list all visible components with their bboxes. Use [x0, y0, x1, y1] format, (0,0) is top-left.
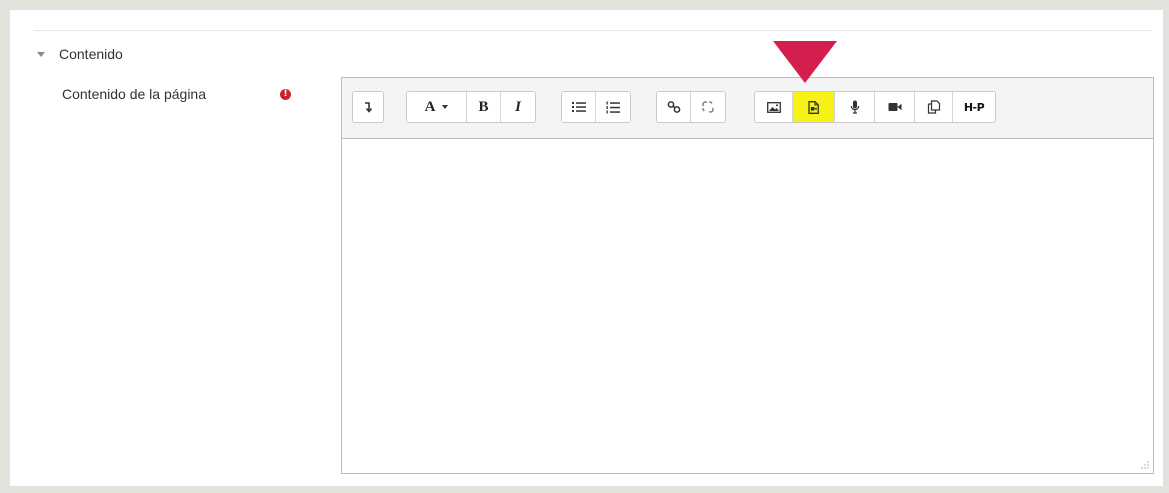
bullet-list-icon	[571, 102, 586, 112]
numbered-list-icon	[606, 101, 620, 113]
divider	[34, 30, 1151, 31]
bold-icon: B	[478, 98, 489, 115]
record-audio-button[interactable]	[835, 92, 875, 122]
rich-text-editor: A B I H-P	[341, 77, 1154, 474]
exclamation-circle-icon: !	[280, 89, 291, 100]
collapse-toolbar-button[interactable]	[353, 92, 383, 122]
pointer-arrow-icon	[773, 41, 837, 83]
insert-h5p-button[interactable]: H-P	[953, 92, 995, 122]
content-panel: Contenido Contenido de la página ! A B I…	[10, 10, 1163, 486]
editor-content-area[interactable]	[342, 139, 1153, 473]
link-icon	[667, 101, 680, 113]
bold-button[interactable]: B	[467, 92, 501, 122]
arrow-down-turn-icon	[365, 102, 373, 113]
italic-icon: I	[515, 98, 521, 115]
unordered-list-button[interactable]	[562, 92, 596, 122]
caret-down-icon	[37, 52, 45, 57]
media-file-icon	[808, 100, 819, 114]
toolbar-group-links	[656, 91, 726, 123]
section-header-contenido[interactable]: Contenido	[37, 46, 123, 62]
toolbar-group-lists	[561, 91, 631, 123]
unlink-icon	[702, 101, 714, 113]
section-title: Contenido	[59, 46, 123, 62]
ordered-list-button[interactable]	[596, 92, 630, 122]
microphone-icon	[850, 100, 859, 114]
insert-image-button[interactable]	[755, 92, 793, 122]
record-video-button[interactable]	[875, 92, 915, 122]
italic-button[interactable]: I	[501, 92, 535, 122]
caret-down-icon	[442, 105, 449, 109]
manage-files-button[interactable]	[915, 92, 953, 122]
h5p-icon: H-P	[963, 100, 985, 114]
resize-grip-icon[interactable]	[1141, 461, 1149, 469]
toolbar-group-collapse	[352, 91, 384, 123]
toolbar-group-text: A B I	[406, 91, 536, 123]
copy-files-icon	[927, 100, 940, 114]
image-icon	[766, 101, 781, 113]
unlink-button[interactable]	[691, 92, 725, 122]
text-style-icon: A	[424, 98, 436, 115]
field-label: Contenido de la página	[62, 86, 207, 102]
editor-toolbar: A B I H-P	[342, 78, 1153, 139]
insert-media-button[interactable]	[793, 92, 835, 122]
video-camera-icon	[888, 103, 901, 111]
toolbar-group-media: H-P	[754, 91, 996, 123]
link-button[interactable]	[657, 92, 691, 122]
font-style-button[interactable]: A	[407, 92, 467, 122]
